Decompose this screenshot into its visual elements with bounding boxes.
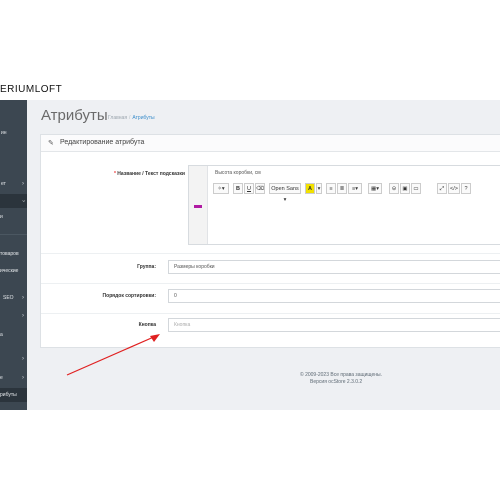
editor-content[interactable]: Высота коробки, см bbox=[215, 170, 261, 176]
image-button[interactable]: ▣ bbox=[400, 183, 410, 194]
sidebar-item-1[interactable]: ин bbox=[0, 128, 27, 138]
link-button[interactable]: ⊝ bbox=[389, 183, 399, 194]
sidebar-item-label: а bbox=[0, 332, 3, 338]
sidebar-item-attributes[interactable]: рибуты bbox=[0, 388, 27, 402]
arrow-line bbox=[66, 335, 157, 376]
sidebar-item-7[interactable]: SEO › bbox=[0, 292, 27, 304]
panel-heading: ✎ Редактирование атрибута bbox=[41, 135, 500, 152]
rich-text-editor[interactable]: Высота коробки, см ✧▾ B U ⌫ Open Sans ▾ … bbox=[188, 165, 500, 245]
chevron-right-icon: › bbox=[22, 181, 24, 187]
font-family-dropdown[interactable]: Open Sans ▾ bbox=[269, 183, 301, 203]
sidebar-item-label: ические bbox=[0, 268, 19, 274]
video-button[interactable]: ▭ bbox=[411, 183, 421, 194]
sidebar-item-label: е bbox=[0, 375, 3, 381]
sidebar-item-10[interactable]: › bbox=[0, 353, 27, 365]
sidebar-item-label: рибуты bbox=[0, 392, 17, 398]
fullscreen-button[interactable]: ⤢ bbox=[437, 183, 447, 194]
chevron-right-icon: › bbox=[22, 313, 24, 319]
row-divider bbox=[41, 283, 500, 284]
sidebar-item-9[interactable]: а bbox=[0, 330, 27, 340]
sidebar-item-label: товаров bbox=[0, 251, 19, 257]
code-view-button[interactable]: </> bbox=[448, 183, 460, 194]
sort-order-input[interactable]: 0 bbox=[168, 289, 500, 303]
sidebar-item-8[interactable]: › bbox=[0, 310, 27, 322]
sidebar-item-5[interactable]: товаров bbox=[0, 249, 27, 259]
align-icon: ≡ bbox=[352, 186, 356, 192]
group-field-label: Группа: bbox=[137, 264, 156, 270]
font-family-value: Open Sans bbox=[271, 186, 299, 192]
sidebar-item-4[interactable]: и bbox=[0, 212, 27, 222]
sidebar-item-6[interactable]: ические bbox=[0, 266, 27, 276]
breadcrumb-home-link[interactable]: Главная bbox=[108, 115, 127, 121]
underline-button[interactable]: U bbox=[244, 183, 254, 194]
editor-toolbar: ✧▾ B U ⌫ Open Sans ▾ A ▾ ≡ ≣ ≡▾ ▦▾ ⊝ ▣ ▭… bbox=[209, 183, 500, 203]
breadcrumb-current-link[interactable]: Атрибуты bbox=[132, 115, 154, 121]
text-color-caret-button[interactable]: ▾ bbox=[316, 183, 322, 194]
brand-logo-text: ERIUMLOFT bbox=[0, 84, 63, 95]
breadcrumb-separator: / bbox=[129, 115, 131, 121]
caret-down-icon: ▾ bbox=[283, 197, 287, 203]
table-icon: ▦ bbox=[371, 186, 377, 192]
paragraph-align-button[interactable]: ≡▾ bbox=[348, 183, 362, 194]
arrow-head bbox=[150, 334, 160, 342]
ordered-list-button[interactable]: ≣ bbox=[337, 183, 347, 194]
version-text: Версия ocStore 2.3.0.2 bbox=[310, 379, 363, 385]
page-title: Атрибуты bbox=[41, 107, 108, 124]
name-field-label: * Название / Текст подсказки bbox=[61, 171, 185, 177]
magic-wand-button[interactable]: ✧▾ bbox=[213, 183, 229, 194]
sidebar-item-label: ин bbox=[1, 130, 7, 136]
red-arrow-annotation bbox=[66, 334, 160, 376]
eraser-icon[interactable]: ⌫ bbox=[255, 183, 265, 194]
table-button[interactable]: ▦▾ bbox=[368, 183, 382, 194]
sort-order-label: Порядок сортировки: bbox=[102, 293, 156, 299]
breadcrumb: Главная / Атрибуты bbox=[108, 115, 155, 121]
sidebar-item-label: и bbox=[0, 214, 3, 220]
row-divider bbox=[41, 313, 500, 314]
language-strip bbox=[189, 166, 208, 244]
chevron-right-icon: › bbox=[22, 375, 24, 381]
copyright-text: © 2009-2023 Все права защищены. bbox=[300, 372, 382, 378]
chevron-right-icon: › bbox=[22, 295, 24, 301]
bold-button[interactable]: B bbox=[233, 183, 243, 194]
edit-attribute-panel: ✎ Редактирование атрибута * Название / Т… bbox=[40, 134, 500, 348]
sidebar-item-11[interactable]: е › bbox=[0, 372, 27, 384]
sidebar-item-3[interactable]: › bbox=[0, 194, 27, 208]
group-select[interactable]: Размеры коробки bbox=[168, 260, 500, 274]
language-flag-icon[interactable] bbox=[194, 205, 202, 208]
sidebar-divider bbox=[0, 234, 27, 235]
help-button[interactable]: ? bbox=[461, 183, 471, 194]
row-divider bbox=[41, 253, 500, 254]
unordered-list-button[interactable]: ≡ bbox=[326, 183, 336, 194]
sidebar-item-label: ет bbox=[1, 181, 6, 187]
pencil-icon: ✎ bbox=[48, 140, 54, 147]
button-input[interactable]: Кнопка bbox=[168, 318, 500, 332]
chevron-down-icon: › bbox=[20, 200, 26, 202]
button-field-label: Кнопка bbox=[138, 322, 156, 328]
text-color-button[interactable]: A bbox=[305, 183, 315, 194]
name-label-text: Название / Текст подсказки bbox=[117, 171, 185, 177]
sidebar-item-2[interactable]: ет › bbox=[0, 178, 27, 190]
chevron-right-icon: › bbox=[22, 356, 24, 362]
top-strip bbox=[0, 82, 500, 100]
sidebar-item-label: SEO bbox=[3, 295, 14, 301]
sidebar: ин ет › › и товаров ические SEO › › а › е ›… bbox=[0, 100, 27, 410]
panel-title: Редактирование атрибута bbox=[60, 139, 145, 146]
